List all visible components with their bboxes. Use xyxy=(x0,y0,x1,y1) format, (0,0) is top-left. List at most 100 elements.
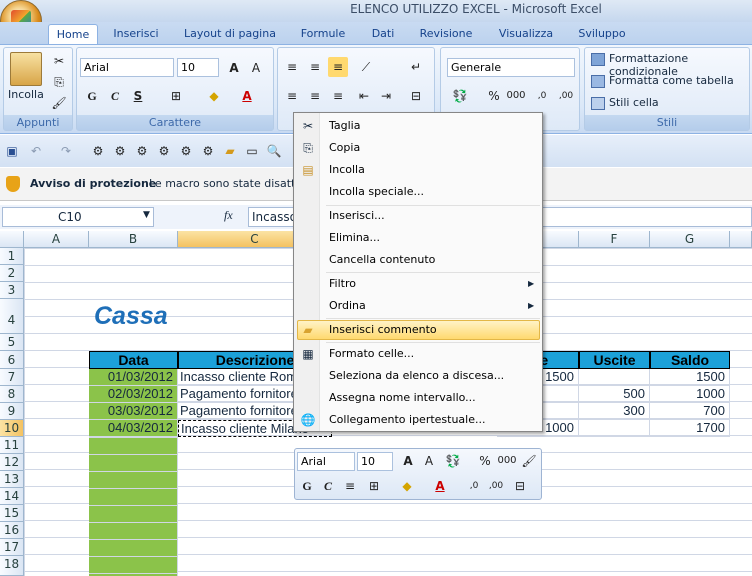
cell-styles-button[interactable]: Stili cella xyxy=(609,96,659,109)
italic-button[interactable]: C xyxy=(105,86,125,106)
mini-italic-button[interactable]: C xyxy=(318,476,338,496)
mini-grow-font-icon[interactable]: A xyxy=(398,451,418,471)
menu-item-cancella-contenuto[interactable]: Cancella contenuto xyxy=(329,249,541,271)
tab-dati[interactable]: Dati xyxy=(364,24,402,44)
row-header[interactable]: 7 xyxy=(0,369,24,386)
toolbar-tool-icon[interactable]: ⚙ xyxy=(88,141,108,161)
redo-icon[interactable]: ↷ xyxy=(56,141,76,161)
row-header[interactable]: 11 xyxy=(0,437,24,454)
grow-font-icon[interactable]: A xyxy=(224,58,244,78)
row-header[interactable]: 2 xyxy=(0,265,24,282)
merge-cells-icon[interactable]: ⊟ xyxy=(406,86,426,106)
currency-icon[interactable]: 💱 xyxy=(450,86,470,106)
tab-sviluppo[interactable]: Sviluppo xyxy=(570,24,634,44)
cell-balance[interactable]: 1000 xyxy=(650,386,730,403)
name-box[interactable]: C10 xyxy=(2,207,154,227)
cell-balance[interactable]: 700 xyxy=(650,403,730,420)
paste-icon[interactable] xyxy=(10,52,42,86)
toolbar-tool-icon[interactable]: ⚙ xyxy=(154,141,174,161)
menu-item-incolla-speciale[interactable]: Incolla speciale... xyxy=(329,181,541,203)
font-color-icon[interactable]: A xyxy=(237,86,257,106)
mini-currency-icon[interactable]: 💱 xyxy=(443,451,463,471)
font-name-box[interactable]: Arial xyxy=(80,58,174,77)
column-header[interactable]: A xyxy=(24,231,89,248)
mini-format-painter-icon[interactable]: 🖌 xyxy=(519,451,539,471)
toolbar-tool-icon[interactable]: ⚙ xyxy=(176,141,196,161)
menu-item-copia[interactable]: Copia xyxy=(329,137,541,159)
row-header[interactable]: 12 xyxy=(0,454,24,471)
copy-icon[interactable]: ⎘ xyxy=(49,72,69,92)
mini-fill-color-icon[interactable]: ◆ xyxy=(397,476,417,496)
shrink-font-icon[interactable]: A xyxy=(246,58,266,78)
mini-shrink-font-icon[interactable]: A xyxy=(419,451,439,471)
wrap-text-icon[interactable]: ↵ xyxy=(406,57,426,77)
column-header[interactable]: B xyxy=(89,231,178,248)
number-format-box[interactable]: Generale xyxy=(447,58,575,77)
row-header[interactable]: 1 xyxy=(0,248,24,265)
align-middle-icon[interactable]: ≡ xyxy=(305,57,325,77)
mini-font-size[interactable]: 10 xyxy=(357,452,393,471)
column-header[interactable]: G xyxy=(650,231,730,248)
row-header[interactable]: 18 xyxy=(0,556,24,576)
row-header[interactable]: 8 xyxy=(0,386,24,403)
menu-item-filtro[interactable]: Filtro xyxy=(329,273,541,295)
mini-borders-icon[interactable]: ⊞ xyxy=(364,476,384,496)
header-uscite[interactable]: Uscite xyxy=(579,351,650,369)
mini-increase-decimal-icon[interactable]: ,0 xyxy=(464,476,484,496)
save-icon[interactable]: ▣ xyxy=(2,141,22,161)
row-header[interactable]: 4 xyxy=(0,299,24,334)
name-box-dropdown-icon[interactable]: ▼ xyxy=(143,210,150,220)
mini-percent-button[interactable]: % xyxy=(475,451,495,471)
align-top-icon[interactable]: ≡ xyxy=(282,57,302,77)
menu-item-seleziona-elenco[interactable]: Seleziona da elenco a discesa... xyxy=(329,365,541,387)
bold-button[interactable]: G xyxy=(82,86,102,106)
format-as-table-button[interactable]: Formatta come tabella xyxy=(609,74,734,87)
cell-date[interactable]: 02/03/2012 xyxy=(89,386,178,403)
row-header[interactable]: 10 xyxy=(0,420,24,437)
preview-icon[interactable]: 🔍 xyxy=(264,141,284,161)
cell-expense[interactable] xyxy=(579,420,650,437)
row-header[interactable]: 16 xyxy=(0,522,24,539)
menu-item-collegamento[interactable]: Collegamento ipertestuale... xyxy=(329,409,541,431)
increase-decimal-icon[interactable]: ,0 xyxy=(532,86,552,106)
menu-item-inserisci-commento[interactable]: Inserisci commento xyxy=(329,319,541,341)
toolbar-tool-icon[interactable]: ⚙ xyxy=(110,141,130,161)
insert-function-button[interactable]: fx xyxy=(224,208,233,223)
cell-date[interactable]: 01/03/2012 xyxy=(89,369,178,386)
row-header[interactable]: 14 xyxy=(0,488,24,505)
mini-font-color-icon[interactable]: A xyxy=(430,476,450,496)
cell-balance[interactable]: 1700 xyxy=(650,420,730,437)
column-header[interactable] xyxy=(730,231,752,248)
menu-item-incolla[interactable]: Incolla xyxy=(329,159,541,181)
underline-button[interactable]: S xyxy=(128,86,148,106)
row-header[interactable]: 15 xyxy=(0,505,24,522)
mini-bold-button[interactable]: G xyxy=(297,476,317,496)
orientation-icon[interactable]: ⟋ xyxy=(356,57,376,77)
cell-date[interactable]: 03/03/2012 xyxy=(89,403,178,420)
print-preview-icon[interactable]: ▭ xyxy=(242,141,262,161)
decrease-decimal-icon[interactable]: ,00 xyxy=(556,86,576,106)
percent-button[interactable]: % xyxy=(484,86,504,106)
align-left-icon[interactable]: ≡ xyxy=(282,86,302,106)
menu-item-elimina[interactable]: Elimina... xyxy=(329,227,541,249)
fill-color-icon[interactable]: ◆ xyxy=(204,86,224,106)
mini-decrease-decimal-icon[interactable]: ,00 xyxy=(486,476,506,496)
borders-icon[interactable]: ⊞ xyxy=(166,86,186,106)
mini-center-icon[interactable]: ≡ xyxy=(340,476,360,496)
tab-layout[interactable]: Layout di pagina xyxy=(178,24,282,44)
undo-icon[interactable]: ↶ xyxy=(26,141,46,161)
mini-thousands-button[interactable]: 000 xyxy=(497,451,517,471)
menu-item-inserisci[interactable]: Inserisci... xyxy=(329,205,541,227)
mini-merge-icon[interactable]: ⊟ xyxy=(510,476,530,496)
paste-label[interactable]: Incolla xyxy=(8,88,44,101)
cell-balance[interactable]: 1500 xyxy=(650,369,730,386)
align-bottom-icon[interactable]: ≡ xyxy=(328,57,348,77)
date-column-fill[interactable] xyxy=(89,437,178,576)
column-header[interactable]: F xyxy=(579,231,650,248)
tab-visualizza[interactable]: Visualizza xyxy=(490,24,562,44)
tab-inserisci[interactable]: Inserisci xyxy=(106,24,166,44)
toolbar-tool-icon[interactable]: ⚙ xyxy=(198,141,218,161)
cell-date[interactable]: 04/03/2012 xyxy=(89,420,178,437)
cell-expense[interactable]: 300 xyxy=(579,403,650,420)
align-center-icon[interactable]: ≡ xyxy=(305,86,325,106)
